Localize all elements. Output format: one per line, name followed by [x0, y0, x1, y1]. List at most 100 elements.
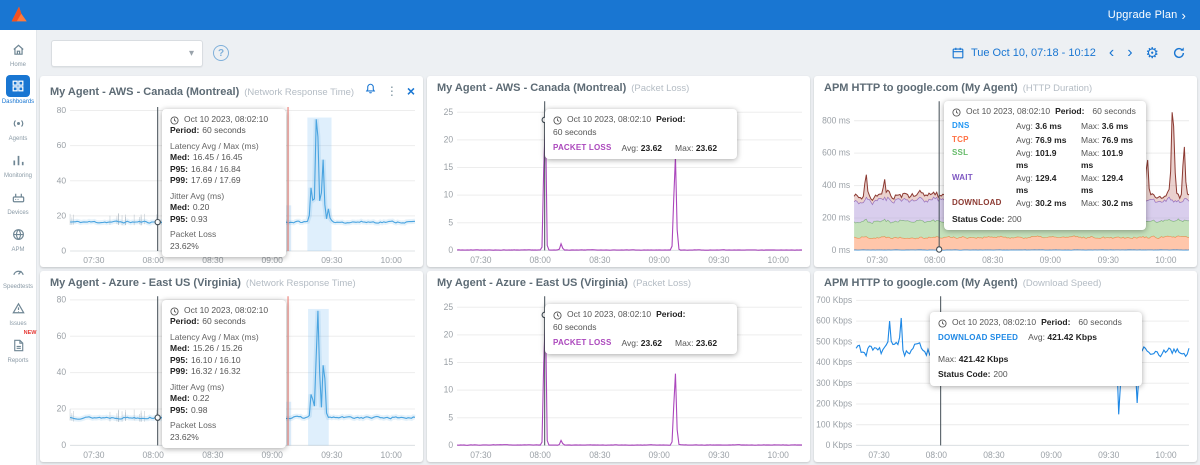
chart-tooltip: Oct 10 2023, 08:02:10Period:60 seconds D… [930, 312, 1142, 386]
time-range-picker[interactable]: Tue Oct 10, 07:18 - 10:12 [951, 46, 1096, 60]
chart-network-response-time[interactable]: 02040608007:3008:0008:3009:0009:3010:00 … [40, 290, 423, 462]
sidebar-item-speedtests[interactable]: Speedtests [0, 260, 37, 290]
chart-http-duration[interactable]: 0 ms200 ms400 ms600 ms800 ms07:3008:0008… [814, 95, 1197, 267]
prev-period-button[interactable]: ‹ [1109, 45, 1114, 61]
chart-tooltip: Oct 10 2023, 08:02:10Period:60 seconds P… [545, 304, 737, 354]
svg-text:09:30: 09:30 [1098, 450, 1119, 460]
sidebar-item-agents[interactable]: Agents [0, 112, 37, 142]
svg-text:08:30: 08:30 [589, 255, 610, 265]
chart-network-response-time[interactable]: 02040608007:3008:0008:3009:0009:3010:00 … [40, 101, 423, 267]
sidebar-item-reports[interactable]: NEW Reports [0, 334, 37, 364]
panel-subtitle: (Download Speed) [1023, 278, 1102, 289]
clock-icon [170, 307, 179, 316]
reports-icon [6, 334, 30, 356]
chart-packet-loss[interactable]: 051015202507:3008:0008:3009:0009:3010:00… [427, 95, 810, 267]
svg-text:600 Kbps: 600 Kbps [816, 316, 853, 326]
clock-icon [553, 311, 562, 320]
svg-text:25: 25 [444, 302, 454, 312]
svg-text:60: 60 [57, 140, 67, 150]
dashboard-select[interactable]: ▾ [51, 40, 203, 67]
svg-text:40: 40 [57, 367, 67, 377]
svg-text:700 Kbps: 700 Kbps [816, 295, 853, 305]
panel-apm-download-speed: APM HTTP to google.com (My Agent) (Downl… [814, 271, 1197, 462]
svg-text:09:00: 09:00 [262, 450, 283, 460]
svg-text:09:00: 09:00 [649, 255, 670, 265]
sidebar-item-label: Reports [7, 358, 28, 364]
svg-text:09:30: 09:30 [1098, 255, 1119, 265]
refresh-icon[interactable] [1172, 46, 1186, 60]
svg-text:10:00: 10:00 [1155, 450, 1176, 460]
apm-icon [6, 223, 30, 245]
svg-text:20: 20 [444, 134, 454, 144]
svg-text:0 Kbps: 0 Kbps [826, 440, 853, 450]
panel-title: My Agent - Azure - East US (Virginia) [50, 277, 241, 289]
svg-text:5: 5 [448, 217, 453, 227]
next-period-button[interactable]: › [1127, 45, 1132, 61]
chart-packet-loss[interactable]: 051015202507:3008:0008:3009:0009:3010:00… [427, 290, 810, 462]
panel-aws-packet-loss: My Agent - AWS - Canada (Montreal) (Pack… [427, 76, 810, 267]
sidebar-item-label: Dashboards [2, 99, 34, 105]
svg-text:0: 0 [61, 246, 66, 256]
kebab-menu-icon[interactable]: ⋮ [386, 85, 398, 97]
sidebar-item-label: Issues [9, 321, 26, 327]
series-label: TCP [952, 135, 1008, 146]
top-bar: Upgrade Plan › [0, 0, 1200, 30]
sidebar-item-label: Home [10, 62, 26, 68]
devices-icon [6, 186, 30, 208]
svg-text:07:30: 07:30 [83, 255, 105, 265]
panel-title: My Agent - AWS - Canada (Montreal) [437, 82, 626, 94]
new-badge: NEW [24, 330, 37, 336]
svg-text:0 ms: 0 ms [832, 245, 851, 255]
svg-text:500 Kbps: 500 Kbps [816, 336, 853, 346]
svg-text:100 Kbps: 100 Kbps [816, 419, 853, 429]
alert-bell-icon[interactable] [364, 82, 377, 100]
chart-download-speed[interactable]: 0 Kbps100 Kbps200 Kbps300 Kbps400 Kbps50… [814, 290, 1197, 462]
panel-header: My Agent - AWS - Canada (Montreal) (Netw… [40, 76, 423, 101]
svg-text:20: 20 [57, 210, 67, 220]
sidebar-item-devices[interactable]: Devices [0, 186, 37, 216]
settings-gear-icon[interactable]: ⚙ [1146, 46, 1159, 61]
upgrade-plan-button[interactable]: Upgrade Plan › [1108, 9, 1186, 22]
sidebar-item-label: Monitoring [4, 173, 32, 179]
monitoring-icon [6, 149, 30, 171]
svg-text:200 Kbps: 200 Kbps [816, 398, 853, 408]
agents-icon [6, 112, 30, 134]
svg-text:15: 15 [444, 162, 454, 172]
svg-text:200 ms: 200 ms [822, 212, 851, 222]
tooltip-section-heading: Jitter Avg (ms) [170, 191, 278, 202]
sidebar-item-dashboards[interactable]: Dashboards [0, 75, 37, 105]
svg-text:07:30: 07:30 [470, 255, 491, 265]
panel-title: APM HTTP to google.com (My Agent) [824, 82, 1018, 94]
series-label: DOWNLOAD [952, 198, 1008, 209]
tooltip-timestamp: Oct 10 2023, 08:02:10 [184, 114, 268, 125]
svg-text:09:30: 09:30 [708, 450, 729, 460]
panel-azure-packet-loss: My Agent - Azure - East US (Virginia) (P… [427, 271, 810, 462]
svg-text:08:30: 08:30 [202, 450, 223, 460]
close-icon[interactable]: × [407, 84, 415, 98]
tooltip-timestamp: Oct 10 2023, 08:02:10 [567, 309, 651, 320]
panel-azure-response-time: My Agent - Azure - East US (Virginia) (N… [40, 271, 423, 462]
sidebar-item-home[interactable]: Home [0, 38, 37, 68]
toolbar-right: Tue Oct 10, 07:18 - 10:12 ‹ › ⚙ [951, 45, 1186, 61]
svg-text:08:00: 08:00 [143, 255, 165, 265]
help-icon[interactable]: ? [213, 45, 229, 61]
svg-text:80: 80 [57, 294, 67, 304]
panel-header: APM HTTP to google.com (My Agent) (HTTP … [814, 76, 1197, 95]
sidebar-item-apm[interactable]: APM [0, 223, 37, 253]
series-label: WAIT [952, 173, 1008, 196]
panel-aws-response-time: My Agent - AWS - Canada (Montreal) (Netw… [40, 76, 423, 267]
svg-text:15: 15 [444, 357, 454, 367]
dashboard-toolbar: ▾ ? Tue Oct 10, 07:18 - 10:12 ‹ › ⚙ [37, 30, 1200, 76]
clock-icon [170, 116, 179, 125]
clock-icon [952, 108, 961, 117]
svg-text:10:00: 10:00 [768, 450, 789, 460]
panel-title: APM HTTP to google.com (My Agent) [824, 277, 1018, 289]
sidebar-item-issues[interactable]: Issues [0, 297, 37, 327]
sidebar-item-label: Devices [7, 210, 28, 216]
svg-text:800 ms: 800 ms [822, 115, 851, 125]
sidebar-item-monitoring[interactable]: Monitoring [0, 149, 37, 179]
speedtests-icon [6, 260, 30, 282]
tooltip-timestamp: Oct 10 2023, 08:02:10 [966, 106, 1050, 117]
svg-text:08:30: 08:30 [982, 255, 1003, 265]
app-logo[interactable] [8, 4, 30, 26]
